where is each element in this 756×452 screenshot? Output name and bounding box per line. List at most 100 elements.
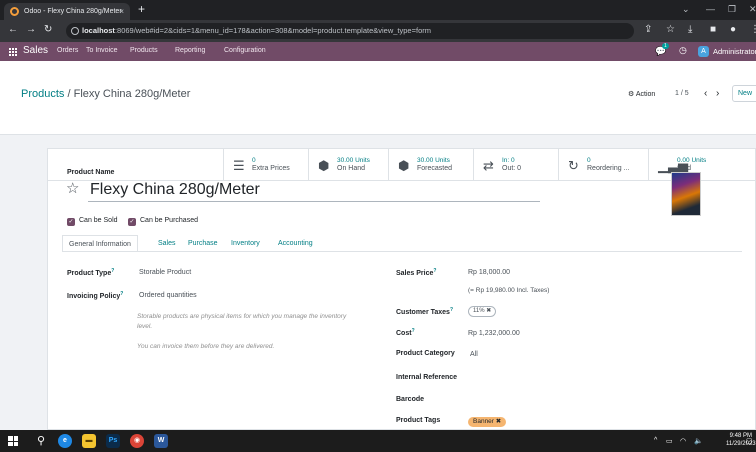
- product-name-input[interactable]: Flexy China 280g/Meter: [90, 181, 260, 199]
- new-button[interactable]: New: [732, 85, 756, 102]
- product-name-label: Product Name: [67, 169, 115, 176]
- avatar[interactable]: A: [698, 46, 709, 57]
- invoicing-policy-label: Invoicing Policy?: [67, 291, 124, 300]
- favorite-star-icon[interactable]: ☆: [66, 179, 79, 197]
- incl-taxes-value: (= Rp 19,980.00 Incl. Taxes): [468, 287, 550, 294]
- can-be-sold-label: Can be Sold: [79, 217, 118, 224]
- edge-icon[interactable]: e: [58, 434, 72, 448]
- checkbox-checked-icon: ✓: [128, 218, 136, 226]
- customer-taxes-label: Customer Taxes?: [396, 307, 454, 316]
- help-tooltip-icon: ?: [433, 268, 437, 274]
- menu-dots-icon[interactable]: ⋮: [750, 24, 756, 35]
- browser-tab[interactable]: Odoo - Flexy China 280g/Meter ×: [4, 3, 130, 20]
- search-icon[interactable]: ⚲: [34, 434, 48, 448]
- tab-purchase[interactable]: Purchase: [188, 235, 218, 252]
- stat-value: 0: [587, 157, 591, 164]
- minimize-icon[interactable]: —: [706, 4, 715, 14]
- word-icon[interactable]: W: [154, 434, 168, 448]
- title-underline: [88, 201, 540, 202]
- pager-next-icon[interactable]: ›: [716, 88, 719, 99]
- action-button[interactable]: ⚙ Action: [628, 90, 655, 98]
- close-window-icon[interactable]: ✕: [749, 4, 756, 15]
- menu-reporting[interactable]: Reporting: [175, 47, 205, 54]
- action-label: Action: [635, 91, 656, 98]
- breadcrumb-products-link[interactable]: Products: [21, 88, 64, 100]
- stat-extra-prices[interactable]: ☰ 0 Extra Prices: [223, 149, 308, 181]
- sidebar-icon[interactable]: ■: [710, 24, 716, 35]
- product-type-value[interactable]: Storable Product: [139, 269, 191, 276]
- tab-accounting[interactable]: Accounting: [278, 235, 313, 252]
- tray-chevron-up-icon[interactable]: ^: [654, 437, 657, 444]
- app-name[interactable]: Sales: [23, 45, 48, 56]
- product-tags-label: Product Tags: [396, 417, 441, 424]
- product-image[interactable]: [671, 172, 701, 216]
- apps-grid-icon[interactable]: [8, 47, 17, 56]
- activity-clock-icon[interactable]: ◷: [679, 45, 687, 56]
- customer-tax-tag[interactable]: 11% ✖: [468, 306, 497, 317]
- stat-forecasted[interactable]: ⬢ 30.00 Units Forecasted: [388, 149, 473, 181]
- product-category-value[interactable]: All: [470, 351, 478, 358]
- browser-tab-bar: Odoo - Flexy China 280g/Meter × + ⌄ — ❐ …: [0, 0, 756, 20]
- cost-label: Cost?: [396, 328, 415, 337]
- user-name[interactable]: Administrator: [713, 47, 756, 56]
- form-sheet: ☰ 0 Extra Prices ⬢ 30.00 Units On Hand ⬢…: [47, 148, 756, 430]
- windows-taskbar: ⚲ e ▬ Ps ◉ W ^ ▭ ◠ 🔈 9:48 PM 11/29/2023 …: [0, 430, 756, 452]
- cost-value[interactable]: Rp 1,232,000.00: [468, 330, 520, 337]
- cubes-icon: ⬢: [318, 158, 330, 173]
- menu-configuration[interactable]: Configuration: [224, 47, 266, 54]
- back-arrow-icon[interactable]: ←: [8, 24, 18, 35]
- pager-value[interactable]: 1 / 5: [675, 90, 689, 97]
- windows-start-icon[interactable]: [8, 436, 18, 446]
- profile-icon[interactable]: ●: [730, 24, 736, 35]
- volume-icon[interactable]: 🔈: [694, 437, 703, 445]
- reload-icon[interactable]: ↻: [44, 24, 52, 35]
- stat-reordering[interactable]: ↻ 0 Reordering ...: [558, 149, 648, 181]
- stat-out: Out: 0: [502, 165, 522, 172]
- maximize-icon[interactable]: ❐: [728, 4, 736, 15]
- wifi-icon[interactable]: ◠: [680, 437, 686, 445]
- bookmark-star-icon[interactable]: ☆: [666, 24, 675, 35]
- can-be-sold-checkbox[interactable]: ✓ Can be Sold: [67, 217, 118, 226]
- stat-value: 30.00 Units: [337, 157, 370, 164]
- menu-orders[interactable]: Orders: [57, 47, 78, 54]
- battery-icon[interactable]: ▭: [666, 437, 673, 445]
- menu-to-invoice[interactable]: To Invoice: [86, 47, 118, 54]
- odoo-favicon-icon: [10, 7, 19, 16]
- download-icon[interactable]: ⤓: [688, 24, 692, 35]
- info-icon[interactable]: [71, 27, 79, 35]
- new-tab-button[interactable]: +: [138, 2, 145, 16]
- stat-on-hand[interactable]: ⬢ 30.00 Units On Hand: [308, 149, 388, 181]
- invoicing-policy-value[interactable]: Ordered quantities: [139, 292, 197, 299]
- pager-prev-icon[interactable]: ‹: [704, 88, 707, 99]
- stat-in-out[interactable]: ⇄ In: 0 Out: 0: [473, 149, 558, 181]
- tab-inventory[interactable]: Inventory: [231, 235, 260, 252]
- internal-reference-label: Internal Reference: [396, 374, 458, 381]
- tab-sales[interactable]: Sales: [158, 235, 176, 252]
- tab-divider: [62, 251, 742, 252]
- menu-products[interactable]: Products: [130, 47, 158, 54]
- notification-icon[interactable]: ▢: [746, 437, 753, 445]
- url-input[interactable]: localhost:8069/web#id=2&cids=1&menu_id=1…: [66, 23, 634, 39]
- chevron-down-icon[interactable]: ⌄: [682, 4, 690, 15]
- sales-price-label: Sales Price?: [396, 268, 437, 277]
- sales-price-value[interactable]: Rp 18,000.00: [468, 269, 510, 276]
- checkbox-checked-icon: ✓: [67, 218, 75, 226]
- chrome-icon[interactable]: ◉: [130, 434, 144, 448]
- tab-general-information[interactable]: General Information: [62, 235, 138, 252]
- invoice-help: You can invoice them before they are del…: [137, 343, 275, 350]
- breadcrumb: Products / Flexy China 280g/Meter: [21, 88, 190, 100]
- list-icon: ☰: [233, 158, 245, 173]
- product-type-label: Product Type?: [67, 268, 115, 277]
- file-explorer-icon[interactable]: ▬: [82, 434, 96, 448]
- chat-count-badge: 1: [662, 43, 669, 49]
- can-be-purchased-checkbox[interactable]: ✓ Can be Purchased: [128, 217, 198, 226]
- cubes-icon: ⬢: [398, 158, 410, 173]
- product-tag-banner[interactable]: Banner ✖: [468, 417, 507, 427]
- barcode-label: Barcode: [396, 396, 425, 403]
- share-icon[interactable]: ⇪: [644, 24, 652, 35]
- tab-close-icon[interactable]: ×: [119, 3, 124, 20]
- browser-address-bar: ← → ↻ localhost:8069/web#id=2&cids=1&men…: [0, 20, 756, 42]
- photoshop-icon[interactable]: Ps: [106, 434, 120, 448]
- stat-value: 30.00 Units: [417, 157, 450, 164]
- forward-arrow-icon[interactable]: →: [26, 24, 36, 35]
